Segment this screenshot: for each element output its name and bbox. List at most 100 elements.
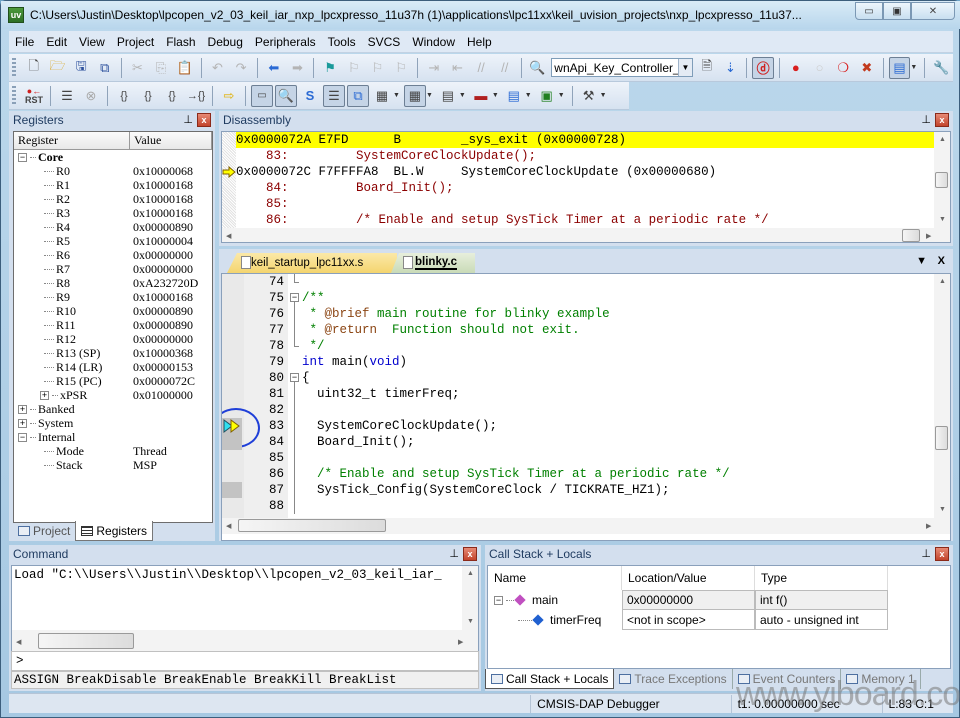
close-panel-button[interactable]: x [463, 547, 477, 561]
menu-debug[interactable]: Debug [202, 35, 249, 49]
tab-keil-startup[interactable]: keil_startup_lpc11xx.s [227, 253, 397, 273]
code-line[interactable]: 76 * @brief main routine for blinky exam… [222, 306, 934, 322]
register-row[interactable]: Mode Thread [14, 444, 212, 458]
nav-back-icon[interactable]: ⬅ [263, 57, 285, 79]
code-line[interactable]: 78 */ [222, 338, 934, 354]
scroll-right-icon[interactable]: ▶ [926, 522, 931, 530]
column-header-location[interactable]: Location/Value [622, 566, 755, 590]
command-window-icon[interactable]: ▭ [251, 84, 273, 107]
run-icon[interactable]: ☰ [56, 85, 78, 107]
nav-forward-icon[interactable]: ➡ [287, 57, 309, 79]
scroll-left-icon[interactable]: ◀ [16, 638, 21, 646]
paste-icon[interactable]: 📋 [174, 57, 196, 79]
register-value[interactable]: 0x00000153 [133, 360, 212, 375]
scroll-down-icon[interactable]: ▼ [467, 618, 474, 625]
call-stack-row[interactable]: timerFreq <not in scope> auto - unsigned… [488, 610, 950, 630]
register-row[interactable]: Stack MSP [14, 458, 212, 472]
register-value[interactable]: 0x00000890 [133, 220, 212, 235]
code-line[interactable]: 74 [222, 274, 934, 290]
pin-icon[interactable]: ⊥ [921, 113, 931, 126]
register-value[interactable]: 0x10000004 [133, 234, 212, 249]
register-row[interactable]: R8 0xA232720D [14, 276, 212, 290]
register-value[interactable]: 0x00000890 [133, 304, 212, 319]
symbols-window-icon[interactable]: S [299, 85, 321, 107]
find-in-files-icon[interactable]: 🔍 [527, 57, 549, 79]
disassembly-view[interactable]: 0x0000072A E7FD B _sys_exit (0x00000728)… [221, 131, 951, 243]
register-value[interactable]: 0x10000168 [133, 206, 212, 221]
indent-icon[interactable]: ⇥ [423, 57, 445, 79]
register-group-system[interactable]: + System [14, 416, 212, 430]
tab-blinky-c[interactable]: blinky.c [391, 253, 475, 273]
column-header-type[interactable]: Type [755, 566, 888, 590]
command-input[interactable]: > [11, 651, 479, 671]
menu-svcs[interactable]: SVCS [362, 35, 407, 49]
analysis-windows-icon[interactable]: ▬ [470, 85, 492, 107]
disassembly-line[interactable]: 0x0000072C F7FFFFA8 BL.W SystemCoreClock… [236, 164, 934, 180]
scroll-thumb[interactable] [902, 229, 920, 242]
executable-line-marker[interactable] [222, 408, 260, 448]
close-window-button[interactable]: ✕ [911, 2, 955, 20]
chevron-down-icon[interactable]: ▼ [558, 92, 565, 99]
scroll-thumb[interactable] [38, 633, 134, 649]
code-line[interactable]: 80−{ [222, 370, 934, 386]
window-layout-icon[interactable]: ▤ [888, 56, 911, 79]
show-next-statement-icon[interactable]: ⇨ [218, 85, 240, 107]
register-value[interactable]: 0x00000000 [133, 332, 212, 347]
editor-vertical-scrollbar[interactable]: ▲ ▼ [934, 274, 950, 518]
save-icon[interactable]: 🖫 [70, 57, 92, 79]
menu-project[interactable]: Project [111, 35, 160, 49]
tab-event-counters[interactable]: Event Counters [733, 669, 842, 689]
find-combo[interactable]: wnApi_Key_Controller_Sc ▼ [551, 58, 693, 77]
register-row[interactable]: R4 0x00000890 [14, 220, 212, 234]
disassembly-line[interactable]: 86: /* Enable and setup SysTick Timer at… [236, 212, 934, 228]
register-value[interactable]: 0x10000168 [133, 192, 212, 207]
new-file-icon[interactable]: 🗋 [23, 57, 45, 79]
trace-windows-icon[interactable]: ▤ [503, 85, 525, 107]
register-row[interactable]: R9 0x10000168 [14, 290, 212, 304]
breakpoint-disable-icon[interactable]: ○ [809, 57, 831, 79]
close-panel-button[interactable]: x [935, 547, 949, 561]
chevron-down-icon[interactable]: ▼ [525, 92, 532, 99]
chevron-down-icon[interactable]: ▼ [459, 92, 466, 99]
bookmark-icon[interactable]: ⚑ [319, 57, 341, 79]
scroll-thumb[interactable] [238, 519, 386, 532]
redo-icon[interactable]: ↷ [230, 57, 252, 79]
open-folder-icon[interactable]: 🗁 [47, 57, 69, 79]
fold-collapse-icon[interactable]: − [290, 293, 299, 302]
code-line[interactable]: 79 int main(void) [222, 354, 934, 370]
disassembly-line[interactable]: 85: [236, 196, 934, 212]
register-row[interactable]: R13 (SP) 0x10000368 [14, 346, 212, 360]
code-line[interactable]: 85 [222, 450, 934, 466]
bookmark-next-icon[interactable]: ⚐ [367, 57, 389, 79]
disassembly-line[interactable]: 0x0000072A E7FD B _sys_exit (0x00000728) [236, 132, 934, 148]
toolbar-grip[interactable] [12, 57, 16, 78]
scroll-thumb[interactable] [935, 172, 948, 188]
code-line[interactable]: 83 SystemCoreClockUpdate(); [222, 408, 934, 448]
register-value[interactable]: 0x0000072C [133, 374, 212, 389]
disassembly-horizontal-scrollbar[interactable]: ◀ ▶ [222, 228, 950, 242]
comment-icon[interactable]: // [470, 57, 492, 79]
register-row[interactable]: R10 0x00000890 [14, 304, 212, 318]
register-value[interactable]: 0x01000000 [133, 388, 212, 403]
menu-flash[interactable]: Flash [160, 35, 201, 49]
executable-line-marker[interactable] [222, 434, 242, 450]
breakpoint-kill-all-icon[interactable]: ✖ [856, 57, 878, 79]
stop-icon[interactable]: ⊗ [80, 85, 102, 107]
toolbox-icon[interactable]: ⚒ [578, 85, 600, 107]
register-row[interactable]: R0 0x10000068 [14, 164, 212, 178]
scroll-up-icon[interactable]: ▲ [939, 278, 946, 285]
collapse-icon[interactable]: − [18, 433, 27, 443]
breakpoint-disable-all-icon[interactable]: ❍ [832, 57, 854, 79]
register-row[interactable]: R1 0x10000168 [14, 178, 212, 192]
fold-collapse-icon[interactable]: − [290, 373, 299, 382]
register-row[interactable]: R12 0x00000000 [14, 332, 212, 346]
code-line[interactable]: 86 /* Enable and setup SysTick Timer at … [222, 466, 934, 482]
register-row[interactable]: R2 0x10000168 [14, 192, 212, 206]
register-row[interactable]: R14 (LR) 0x00000153 [14, 360, 212, 374]
cut-icon[interactable]: ✂ [127, 57, 149, 79]
maximize-button[interactable]: ▣ [883, 2, 911, 20]
code-line[interactable]: 75−/** [222, 290, 934, 306]
system-viewer-icon[interactable]: ▣ [536, 85, 558, 107]
scroll-up-icon[interactable]: ▲ [467, 570, 474, 577]
menu-window[interactable]: Window [406, 35, 461, 49]
